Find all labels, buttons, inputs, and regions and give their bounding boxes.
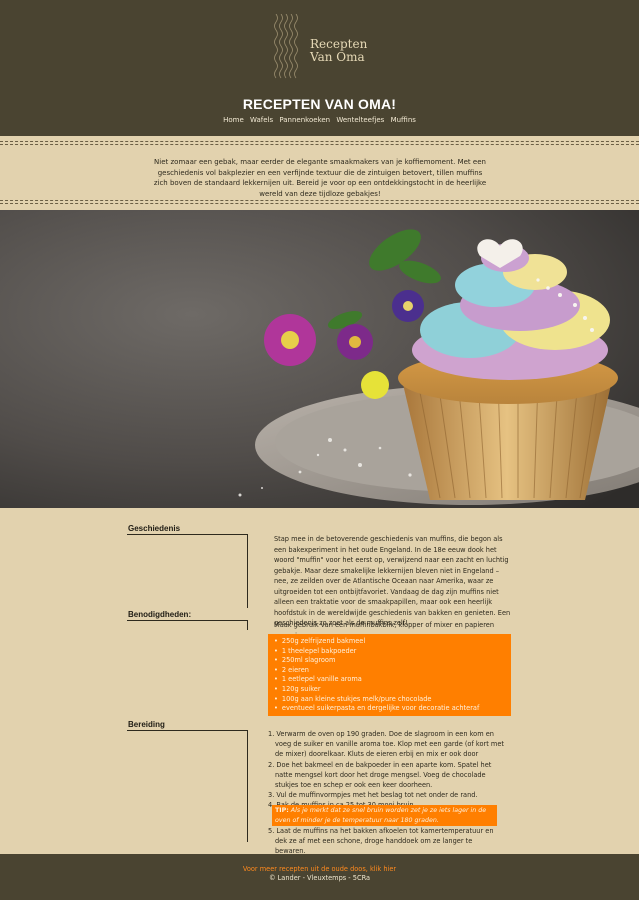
ingredients-box: 250g zelfrijzend bakmeel 1 theelepel bak… (268, 634, 511, 716)
nav-muffins[interactable]: Muffins (391, 116, 416, 124)
nav-wentelteefjes[interactable]: Wentelteefjes (336, 116, 384, 124)
step-item: 2. Doe het bakmeel en de bakpoeder in ee… (268, 760, 492, 790)
label-underline (127, 730, 248, 731)
site-footer: Voor meer recepten uit de oude doos, kli… (0, 854, 639, 900)
ingredient-item: eventueel suikerpasta en dergelijke voor… (274, 704, 511, 714)
site-logo[interactable]: Recepten Van Oma (272, 14, 382, 84)
dashed-divider (0, 203, 639, 204)
intro-section: Niet zomaar een gebak, maar eerder de el… (0, 136, 639, 210)
label-underline (127, 620, 248, 621)
step-item: 1. Verwarm de oven op 190 graden. Doe de… (268, 730, 504, 759)
ingredients-list: 250g zelfrijzend bakmeel 1 theelepel bak… (268, 634, 511, 714)
ingredient-item: 250ml slagroom (274, 656, 511, 666)
nav-home[interactable]: Home (223, 116, 244, 124)
tip-box: TIP: Als je merkt dat ze snel bruin word… (272, 805, 497, 826)
preparation-steps: 1. Verwarm de oven op 190 graden. Doe de… (268, 729, 504, 811)
main-nav: Home Wafels Pannenkoeken Wentelteefjes M… (0, 116, 639, 124)
prep-label: Bereiding (128, 720, 165, 729)
copyright-text: © Lander - Vleuxtemps - 5CRa (268, 874, 371, 882)
site-header: Recepten Van Oma RECEPTEN VAN OMA! Home … (0, 0, 639, 136)
needs-label: Benodigdheden: (128, 610, 192, 619)
nav-wafels[interactable]: Wafels (250, 116, 273, 124)
ingredient-item: 100g aan kleine stukjes melk/pure chocol… (274, 695, 511, 705)
more-recipes-link[interactable]: Voor meer recepten uit de oude doos, kli… (0, 865, 639, 873)
ingredient-item: 1 theelepel bakpoeder (274, 647, 511, 657)
history-text: Stap mee in de betoverende geschiedenis … (274, 535, 511, 627)
dashed-divider (0, 141, 639, 142)
hero-cupcake-image (0, 210, 639, 508)
intro-text: Niet zomaar een gebak, maar eerder de el… (153, 158, 487, 198)
ingredient-item: 2 eieren (274, 666, 511, 676)
tip-text: Als je merkt dat ze snel bruin worden ze… (275, 807, 487, 824)
tip-label: TIP: (275, 807, 289, 814)
logo-line-2: Van Oma (310, 50, 365, 64)
logo-text: Recepten Van Oma (310, 38, 367, 64)
wave-logo-icon (274, 14, 298, 79)
dashed-divider (0, 144, 639, 145)
section-rule (247, 534, 248, 608)
ingredient-item: 120g suiker (274, 685, 511, 695)
section-rule (247, 620, 248, 630)
section-rule (247, 730, 248, 842)
step-item: 3. Vul de muffinvormpjes met het beslag … (268, 791, 478, 800)
ingredient-item: 1 eetlepel vanille aroma (274, 675, 511, 685)
nav-pannenkoeken[interactable]: Pannenkoeken (279, 116, 330, 124)
dashed-divider (0, 200, 639, 201)
site-title: RECEPTEN VAN OMA! (242, 96, 397, 112)
ingredient-item: 250g zelfrijzend bakmeel (274, 637, 511, 647)
history-label: Geschiedenis (128, 524, 181, 533)
step-item: 5. Laat de muffins na het bakken afkoele… (268, 827, 494, 856)
label-underline (127, 534, 248, 535)
